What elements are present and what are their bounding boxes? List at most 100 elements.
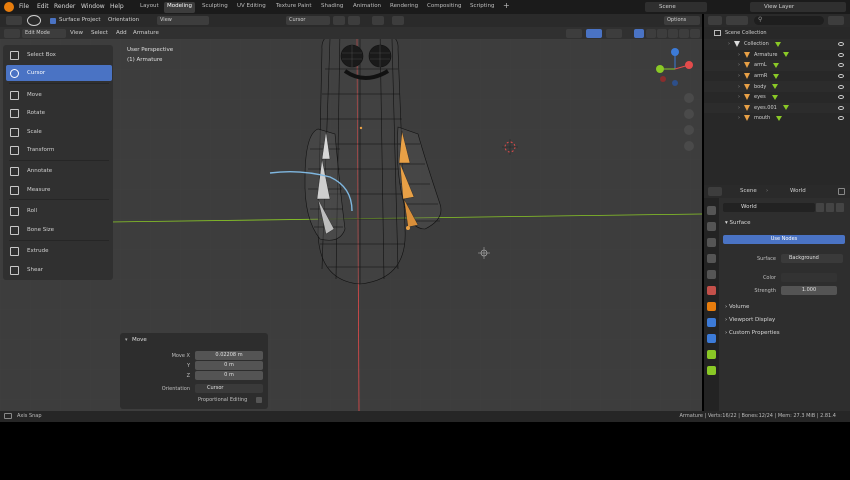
unlink-icon[interactable]: [836, 203, 844, 212]
visibility-eye-icon[interactable]: [838, 63, 844, 68]
tab-rendering[interactable]: Rendering: [387, 2, 421, 13]
modifier-tab-icon[interactable]: [707, 318, 716, 327]
menu-select[interactable]: Select: [91, 30, 108, 36]
tab-modeling[interactable]: Modeling: [164, 2, 196, 13]
visibility-icon[interactable]: [566, 29, 582, 38]
expand-arrow-icon[interactable]: ›: [738, 115, 740, 121]
menu-edit[interactable]: Edit: [37, 3, 49, 10]
expand-arrow-icon[interactable]: ›: [738, 84, 740, 90]
tool-rotate[interactable]: Rotate: [6, 105, 112, 121]
shading-wireframe-icon[interactable]: [646, 29, 656, 38]
strength-field[interactable]: 1.000: [781, 286, 837, 295]
expand-arrow-icon[interactable]: ›: [738, 73, 740, 79]
use-nodes-button[interactable]: Use Nodes: [723, 235, 845, 244]
tool-move[interactable]: Move: [6, 87, 112, 103]
orientation-op-dropdown[interactable]: Cursor: [195, 384, 263, 393]
color-swatch[interactable]: [781, 273, 837, 282]
tool-tab-icon[interactable]: [707, 206, 716, 215]
surface-project-checkbox[interactable]: [50, 18, 56, 24]
pin-icon[interactable]: [838, 188, 845, 195]
move-x-field[interactable]: 0.02208 m: [195, 351, 263, 360]
tab-shading[interactable]: Shading: [318, 2, 346, 13]
visibility-eye-icon[interactable]: [838, 116, 844, 121]
viewport-display-section-header[interactable]: › Viewport Display: [725, 317, 775, 323]
expand-arrow-icon[interactable]: ›: [738, 52, 740, 58]
menu-add[interactable]: Add: [116, 30, 127, 36]
view-layer-selector[interactable]: View Layer: [750, 2, 846, 12]
overlay-icon[interactable]: [606, 29, 622, 38]
visibility-eye-icon[interactable]: [838, 52, 844, 57]
tool-bone-size[interactable]: Bone Size: [6, 222, 112, 238]
editor-type-button[interactable]: [6, 16, 22, 25]
outliner-root[interactable]: Scene Collection: [704, 28, 850, 39]
shading-material-icon[interactable]: [668, 29, 678, 38]
tab-layout[interactable]: Layout: [137, 2, 162, 13]
outliner-item[interactable]: › armR: [704, 71, 850, 82]
data-tab-icon[interactable]: [707, 350, 716, 359]
shading-solid-icon[interactable]: [657, 29, 667, 38]
visibility-eye-icon[interactable]: [838, 95, 844, 100]
scene-tab-icon[interactable]: [707, 270, 716, 279]
outliner-item[interactable]: › mouth: [704, 113, 850, 124]
fake-user-icon[interactable]: [816, 203, 824, 212]
filter-icon[interactable]: [828, 16, 844, 25]
mode-dropdown[interactable]: Edit Mode: [22, 29, 66, 38]
snap-icon[interactable]: [333, 16, 345, 25]
visibility-eye-icon[interactable]: [838, 105, 844, 110]
tool-measure[interactable]: Measure: [6, 182, 112, 198]
render-tab-icon[interactable]: [707, 222, 716, 231]
menu-armature[interactable]: Armature: [133, 30, 159, 36]
outliner-item[interactable]: › body: [704, 81, 850, 92]
surface-dropdown[interactable]: Background: [781, 254, 843, 263]
outliner-item[interactable]: › Collection: [704, 39, 850, 50]
visibility-eye-icon[interactable]: [838, 74, 844, 79]
tool-transform[interactable]: Transform: [6, 142, 112, 158]
outliner-search-input[interactable]: ⚲: [754, 16, 824, 25]
pan-hand-icon[interactable]: [684, 109, 694, 119]
expand-arrow-icon[interactable]: ›: [728, 41, 730, 47]
tool-scale[interactable]: Scale: [6, 124, 112, 140]
shading-rendered-icon[interactable]: [679, 29, 689, 38]
mesh-data-icon[interactable]: [774, 41, 781, 47]
outliner-item[interactable]: › armL: [704, 60, 850, 71]
navigation-gizmo[interactable]: [655, 47, 695, 91]
falloff-icon[interactable]: [392, 16, 404, 25]
mesh-data-icon[interactable]: [771, 94, 778, 100]
volume-section-header[interactable]: › Volume: [725, 304, 749, 310]
move-y-field[interactable]: 0 m: [195, 361, 263, 370]
menu-help[interactable]: Help: [110, 3, 124, 10]
display-mode-dropdown[interactable]: [726, 16, 748, 25]
tool-annotate[interactable]: Annotate: [6, 163, 112, 179]
pivot-dropdown[interactable]: Cursor: [286, 16, 330, 25]
view-layer-tab-icon[interactable]: [707, 254, 716, 263]
proportional-editing-checkbox[interactable]: [256, 397, 262, 403]
mesh-data-icon[interactable]: [783, 52, 790, 58]
blender-logo-icon[interactable]: [4, 2, 14, 12]
snap-target-icon[interactable]: [348, 16, 360, 25]
proportional-edit-icon[interactable]: [372, 16, 384, 25]
options-dropdown[interactable]: Options: [664, 16, 700, 25]
mesh-data-icon[interactable]: [782, 105, 789, 111]
expand-arrow-icon[interactable]: ›: [738, 105, 740, 111]
gizmo-icon[interactable]: [586, 29, 602, 38]
move-z-field[interactable]: 0 m: [195, 371, 263, 380]
outliner-item[interactable]: › eyes.001: [704, 102, 850, 114]
world-tab-icon[interactable]: [707, 286, 716, 295]
menu-file[interactable]: File: [19, 3, 29, 10]
constraints-tab-icon[interactable]: [707, 334, 716, 343]
output-tab-icon[interactable]: [707, 238, 716, 247]
orientation-dropdown[interactable]: View: [157, 16, 209, 25]
tab-texture-paint[interactable]: Texture Paint: [273, 2, 315, 13]
collapse-arrow-icon[interactable]: ▾: [125, 337, 128, 343]
grid-view-icon[interactable]: [684, 141, 694, 151]
custom-properties-section-header[interactable]: › Custom Properties: [725, 330, 780, 336]
mesh-data-icon[interactable]: [776, 115, 783, 121]
world-selector[interactable]: World: [723, 203, 815, 212]
mesh-data-icon[interactable]: [772, 84, 779, 90]
properties-editor-type-button[interactable]: [708, 187, 722, 196]
outliner-editor-type-button[interactable]: [708, 16, 722, 25]
camera-icon[interactable]: [684, 125, 694, 135]
transform-mode-icon[interactable]: [27, 15, 41, 26]
tab-animation[interactable]: Animation: [350, 2, 384, 13]
menu-render[interactable]: Render: [54, 3, 75, 10]
